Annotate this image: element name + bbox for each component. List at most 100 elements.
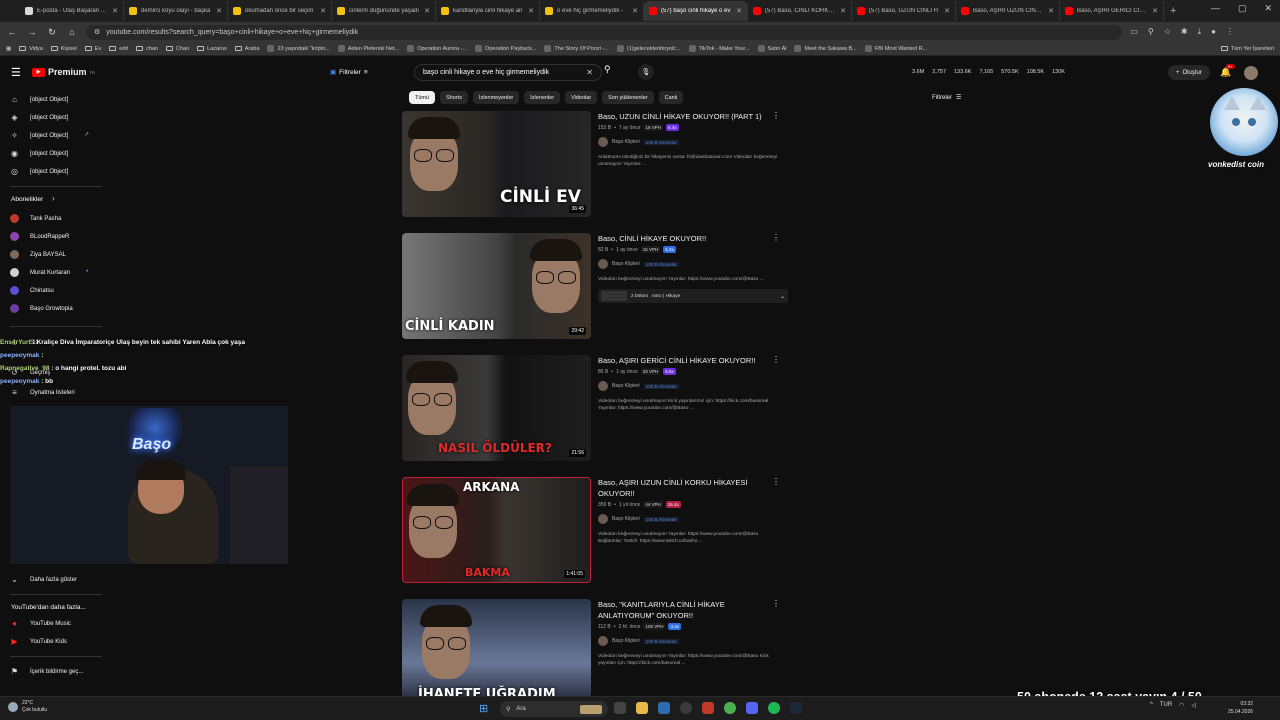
bookmark-item[interactable]: TikTok - Make Your... [688,45,750,52]
wifi-icon[interactable]: ◠ [1179,702,1184,709]
new-tab-icon[interactable]: + [1170,5,1176,17]
sidebar-item[interactable]: Chinatsu [10,286,54,295]
chrome-icon[interactable] [724,702,736,714]
video-thumbnail[interactable]: CİNLİ EV 36:45 [402,111,591,217]
more-actions-icon[interactable]: ⋮ [772,355,780,364]
browser-tab[interactable]: demirci köyü olayı - başka ✕ [124,1,228,21]
clear-search-icon[interactable]: ✕ [586,68,593,77]
extensions-icon[interactable]: ✱ [1181,27,1188,37]
browser-tab[interactable]: kandilanyla cinli hikaye an ✕ [436,1,540,21]
filters-button[interactable]: ▣ Filtreler ≡ [330,68,368,77]
browser-tab[interactable]: cinlerin düğününde yaşadı ✕ [332,1,436,21]
sidebar-item[interactable]: ◎ [object Object] [10,167,68,176]
bookmark-item[interactable]: 23 yaşındaki "kripto... [267,45,330,52]
bookmark-item[interactable]: edit [109,46,128,52]
reload-icon[interactable]: ↻ [46,27,58,38]
filter-chip[interactable]: Son yüklenenler [602,91,654,104]
close-window-icon[interactable]: ✕ [1264,3,1272,14]
bookmark-item[interactable]: Vidya [19,46,43,52]
forward-icon[interactable]: → [26,27,38,37]
more-actions-icon[interactable]: ⋮ [772,477,780,486]
bookmark-item[interactable]: Ev [84,46,101,52]
windows-start-icon[interactable]: ⊞ [479,702,488,715]
bookmark-item[interactable]: Lazarus [197,46,227,52]
bookmark-item[interactable]: (1)gelecektenbiryolc... [616,45,681,52]
results-filters-button[interactable]: Filtreler ☰ [932,94,961,102]
browser-tab[interactable]: (57) başo cinli hikaye o ev ✕ [644,1,748,21]
bookmark-item[interactable]: Chao [166,46,189,52]
taskbar-clock[interactable]: 03:32 25.04.2026 [1228,700,1253,716]
back-icon[interactable]: ← [6,27,18,37]
browser-tab[interactable]: okumadan önce bir seçim ✕ [228,1,332,21]
video-thumbnail[interactable]: İHANETE UĞRADIM [402,599,591,705]
more-actions-icon[interactable]: ⋮ [772,233,780,242]
sidebar-item[interactable]: ⌂ [object Object] [10,95,68,104]
sidebar-item[interactable]: ◉ [object Object] [10,149,68,158]
zoom-icon[interactable]: ⚲ [1148,27,1154,37]
bookmark-item[interactable]: chan [136,46,158,52]
video-thumbnail[interactable]: CİNLİ KADIN 29:42 [402,233,591,339]
sidebar-item[interactable]: ✧ [object Object] [10,131,68,140]
cast-icon[interactable]: ▭ [1130,27,1138,37]
filter-chip[interactable]: Canlı [658,91,684,104]
search-input[interactable]: başo cinli hikaye o eve hiç girmemeliydi… [414,64,602,81]
video-thumbnail[interactable]: NASIL ÖLDÜLER? 21:56 [402,355,591,461]
chapters-row[interactable]: 2 bölüm Intro | Hikaye ⌄ [598,289,788,303]
sidebar-item[interactable]: Tank Pasha [10,214,61,223]
sidebar-item[interactable]: Ziya BAYSAL [10,250,66,259]
bookmark-item[interactable]: FBI Most Wanted R... [864,45,927,52]
account-avatar[interactable] [1244,66,1258,80]
tray-chevron-icon[interactable]: ^ [1150,702,1153,709]
more-actions-icon[interactable]: ⋮ [772,111,780,120]
url-field[interactable]: ⚙ youtube.com/results?search_query=başo+… [86,24,1123,40]
close-tab-icon[interactable]: ✕ [1152,7,1158,15]
more-actions-icon[interactable]: ⋮ [772,599,780,608]
task-view-icon[interactable] [614,702,626,714]
sidebar-item[interactable]: ≡ Oynatma listeleri [10,388,75,397]
sidebar-item[interactable]: ▶ YouTube Kids [10,637,67,646]
close-tab-icon[interactable]: ✕ [424,7,430,15]
search-icon[interactable]: ⚲ [604,64,611,75]
close-tab-icon[interactable]: ✕ [528,7,534,15]
bookmark-item[interactable]: Operation Payback... [475,45,536,52]
filter-chip[interactable]: Tümü [409,91,436,104]
discord-icon[interactable] [746,702,758,714]
filter-chip[interactable]: Shorts [440,91,468,104]
channel-row[interactable]: Başo Klipleri 130 B Abonelar [598,636,783,646]
bookmark-item[interactable]: Kişisel [50,46,77,52]
filter-chip[interactable]: İzlenmeyenler [472,91,520,104]
file-explorer-icon[interactable] [636,702,648,714]
steam-like-icon[interactable] [680,702,692,714]
bookmark-star-icon[interactable]: ☆ [1164,27,1171,37]
bookmark-item[interactable]: Operation Aurora -... [407,45,467,52]
sidebar-item[interactable]: ● YouTube Music [10,619,71,628]
minimize-icon[interactable]: — [1211,3,1220,14]
browser-tab[interactable]: E-posta - Ulaş Başaran - P ✕ [20,1,124,21]
video-title[interactable]: Baso, UZUN CİNLİ HİKAYE OKUYOR!! (PART 1… [598,111,768,122]
close-tab-icon[interactable]: ✕ [1048,7,1054,15]
youtube-logo[interactable]: ▶ Premium TR [32,67,95,77]
video-title[interactable]: Baso, CİNLİ HİKAYE OKUYOR!! [598,233,768,244]
bookmark-item[interactable]: Aiden Pleterski Net... [337,45,399,52]
sidebar-item[interactable]: BLoodRappeR [10,232,69,241]
language-indicator[interactable]: TUR [1160,702,1172,709]
volume-icon[interactable]: ◁ [1191,702,1196,709]
browser-tab[interactable]: Baso, AŞIRI GERİCİ CİNLİ ✕ [1060,1,1164,21]
notifications-bell-icon[interactable]: 🔔 9+ [1220,64,1235,78]
hamburger-menu-icon[interactable]: ☰ [11,66,21,79]
all-bookmarks[interactable]: Tüm Yer İşaretleri [1220,46,1274,52]
video-title[interactable]: Baso, "KANITLARIYLA CİNLİ HİKAYE ANLATIY… [598,599,768,621]
close-tab-icon[interactable]: ✕ [320,7,326,15]
weather-widget[interactable]: 22°C Çok bulutlu [8,700,47,714]
microphone-icon[interactable]: 🎙 [638,64,654,80]
subscriptions-heading[interactable]: Abonelikler [11,196,43,203]
video-thumbnail[interactable]: ARKANA BAKMA 1:41:05 [402,477,591,583]
close-tab-icon[interactable]: ✕ [840,7,846,15]
channel-row[interactable]: Başo Klipleri 130 B Abonelar [598,381,783,391]
video-title[interactable]: Baso, AŞIRI GERİCİ CİNLİ HİKAYE OKUYOR!! [598,355,768,366]
sidebar-item[interactable]: Murat Kurtaran [10,268,70,277]
video-title[interactable]: Baso, AŞIRI UZUN CİNLİ KORKU HİKAYESİ OK… [598,477,768,499]
close-tab-icon[interactable]: ✕ [632,7,638,15]
bookmark-item[interactable]: Meet the Sakawa B... [794,45,857,52]
browser-tab[interactable]: o eve hiç girmemeliydik - ✕ [540,1,644,21]
